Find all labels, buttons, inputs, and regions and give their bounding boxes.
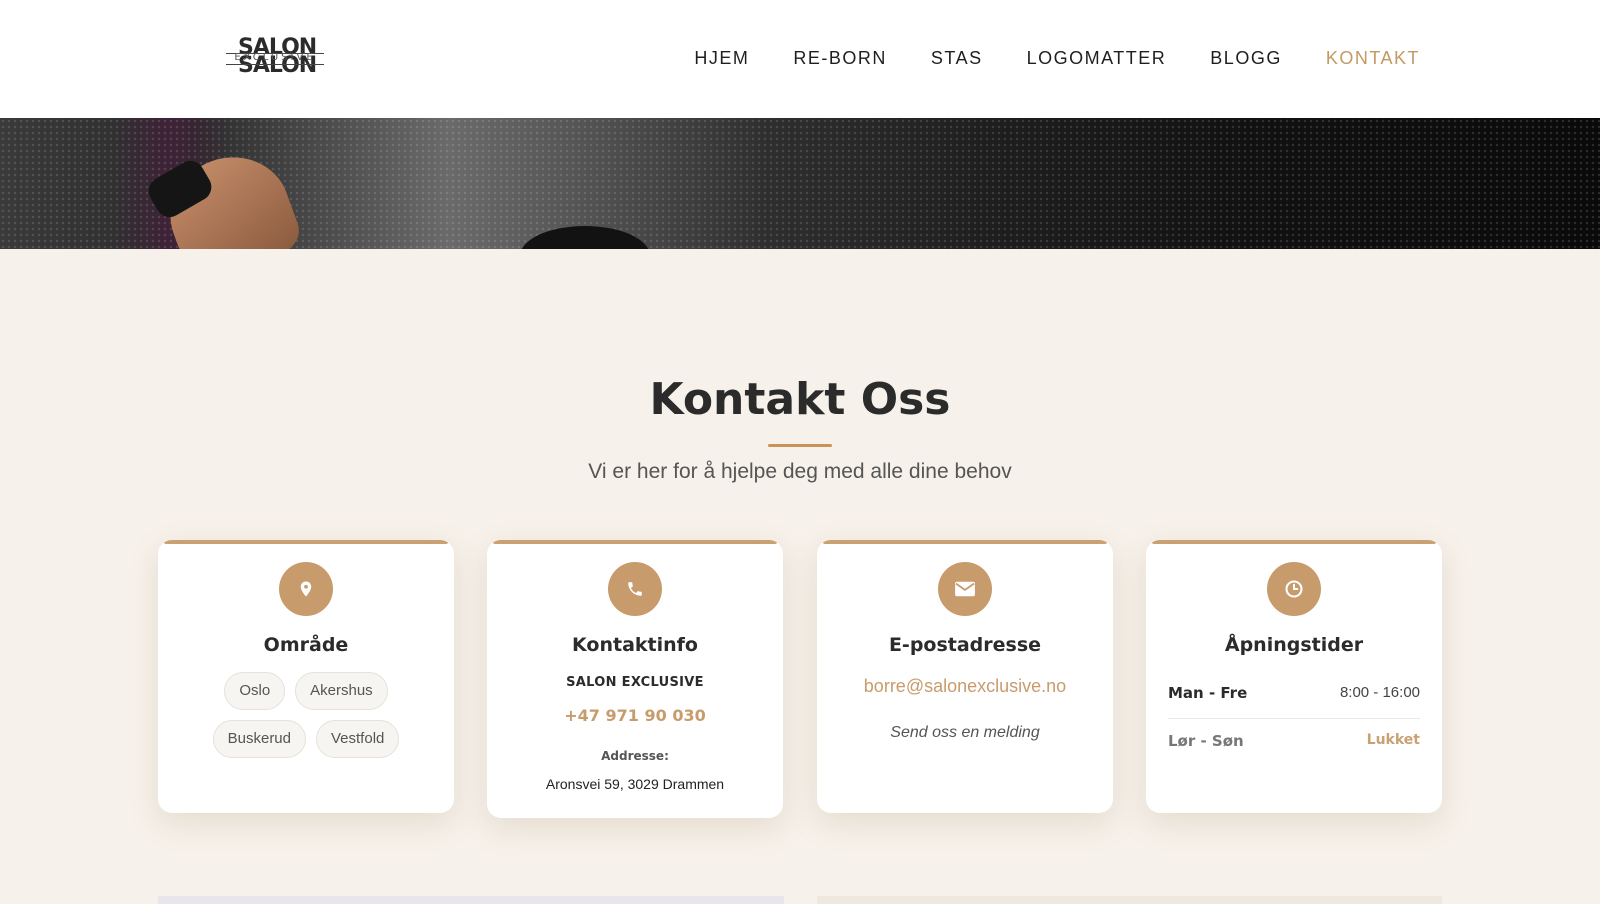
- page-subtitle: Vi er her for å hjelpe deg med alle dine…: [588, 460, 1012, 483]
- phone-icon: [608, 562, 662, 616]
- area-chip: Vestfold: [316, 720, 400, 758]
- nav-item-hjem[interactable]: HJEM: [694, 46, 749, 70]
- hours-row: Man - Fre 8:00 - 16:00: [1168, 684, 1420, 702]
- nav-item-re-born[interactable]: RE-BORN: [793, 46, 887, 70]
- site-header: SALON SALON EXCLUSIVE HJEM RE-BORN STAS …: [0, 0, 1600, 118]
- phone-link[interactable]: +47 971 90 030: [487, 706, 783, 725]
- card-email: E-postadresse borre@salonexclusive.no Se…: [817, 540, 1113, 813]
- form-section-edge: [817, 896, 1442, 904]
- nav-item-logomatter[interactable]: LOGOMATTER: [1027, 46, 1167, 70]
- card-hours: Åpningstider Man - Fre 8:00 - 16:00 Lør …: [1146, 540, 1442, 813]
- address-value: Aronsvei 59, 3029 Drammen: [545, 776, 725, 792]
- card-contact: Kontaktinfo SALON EXCLUSIVE +47 971 90 0…: [487, 540, 783, 818]
- nav-item-kontakt[interactable]: KONTAKT: [1326, 46, 1420, 70]
- address-label: Addresse:: [601, 749, 669, 763]
- page-title: Kontakt Oss: [649, 374, 951, 425]
- hours-day: Man - Fre: [1168, 684, 1248, 702]
- hours-time: Lukket: [1366, 732, 1420, 748]
- main-nav: HJEM RE-BORN STAS LOGOMATTER BLOGG KONTA…: [650, 46, 1420, 70]
- company-name: SALON EXCLUSIVE: [566, 675, 704, 690]
- logo-text-middle: EXCLUSIVE: [234, 52, 316, 63]
- clock-icon: [1267, 562, 1321, 616]
- nav-item-stas[interactable]: STAS: [931, 46, 983, 70]
- logo-line: [226, 64, 324, 65]
- area-chip: Akershus: [295, 672, 388, 710]
- card-title: Åpningstider: [1224, 634, 1364, 656]
- area-chip: Oslo: [224, 672, 286, 710]
- card-area: Område Oslo Akershus Buskerud Vestfold: [158, 540, 454, 813]
- area-chips: Oslo Akershus Buskerud Vestfold: [158, 672, 454, 758]
- card-title: Kontaktinfo: [572, 634, 698, 656]
- title-underline: [768, 444, 832, 447]
- card-title: E-postadresse: [888, 634, 1042, 656]
- hours-row: Lør - Søn Lukket: [1168, 732, 1420, 750]
- map-section-edge: [158, 896, 784, 904]
- envelope-icon: [938, 562, 992, 616]
- card-title: Område: [263, 634, 349, 656]
- salon-logo[interactable]: SALON SALON EXCLUSIVE: [226, 37, 324, 80]
- hours-day: Lør - Søn: [1168, 732, 1244, 750]
- email-link[interactable]: borre@salonexclusive.no: [817, 676, 1113, 697]
- hero-image: [0, 118, 1600, 249]
- nav-item-blogg[interactable]: BLOGG: [1210, 46, 1282, 70]
- hours-time: 8:00 - 16:00: [1339, 684, 1420, 701]
- hours-divider: [1168, 718, 1420, 719]
- area-chip: Buskerud: [212, 720, 306, 758]
- map-pin-icon: [279, 562, 333, 616]
- email-note: Send oss en melding: [890, 724, 1040, 741]
